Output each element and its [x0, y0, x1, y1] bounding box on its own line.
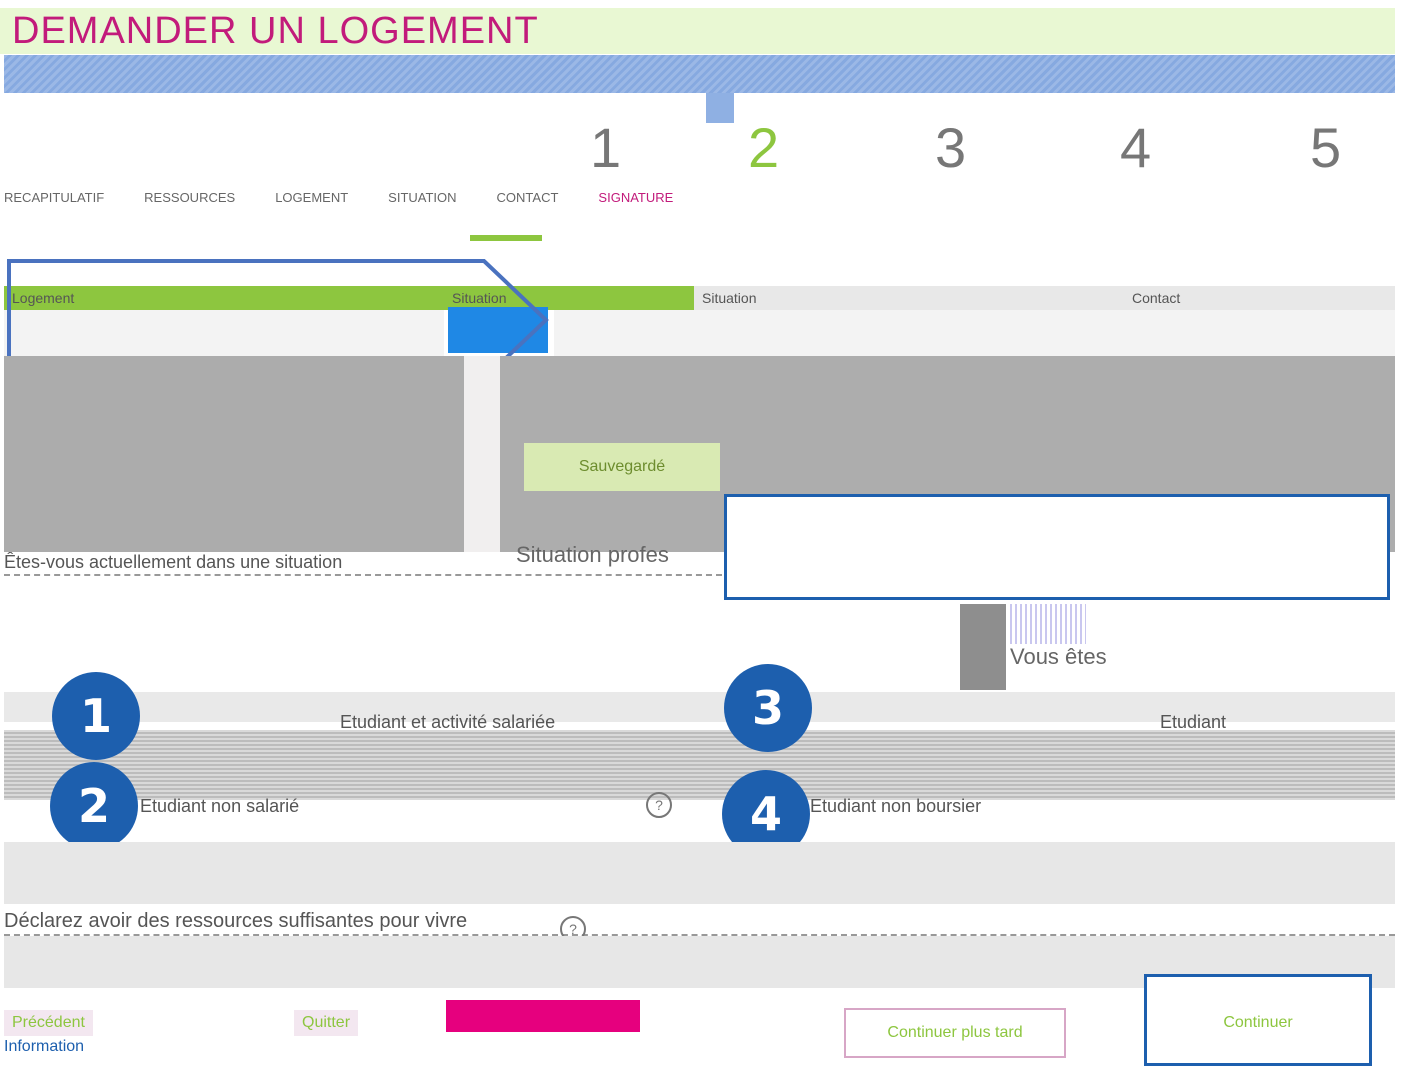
step-number-2: 2	[748, 116, 780, 179]
tab-contact[interactable]: Contact	[1124, 286, 1395, 310]
left-panel	[4, 356, 464, 552]
header-tab	[706, 93, 734, 123]
step-label-4: SITUATION	[388, 190, 457, 205]
step-number-4: 4	[1120, 116, 1152, 179]
question-text: Êtes-vous actuellement dans une situatio…	[4, 552, 722, 576]
help-icon[interactable]: ?	[646, 792, 672, 818]
marker-2: 2	[50, 762, 138, 850]
page-title: DEMANDER UN LOGEMENT	[0, 8, 1395, 54]
divider-strip	[464, 356, 500, 552]
info-link[interactable]: Information	[4, 1038, 84, 1056]
declare-text: Déclarez avoir des ressources suffisante…	[4, 910, 1395, 936]
grey-band	[4, 842, 1395, 904]
vous-etes-label: Vous êtes	[1010, 644, 1107, 669]
marker-1: 1	[52, 672, 140, 760]
option-4-label[interactable]: Etudiant non boursier	[810, 796, 981, 817]
step-label-5: CONTACT	[496, 190, 559, 205]
step-labels: RECAPITULATIF RESSOURCES LOGEMENT SITUAT…	[4, 190, 1395, 210]
tab-situation-2-label: Situation	[702, 290, 757, 306]
step-indicator	[470, 235, 542, 241]
save-later-button[interactable]: Continuer plus tard	[844, 1008, 1066, 1058]
quit-button[interactable]: Quitter	[294, 1010, 359, 1036]
step-number-3: 3	[935, 116, 967, 179]
tab-situation-2[interactable]: Situation	[694, 286, 1124, 310]
header-band	[4, 55, 1395, 93]
tab-situation-panel	[554, 310, 974, 356]
continue-button[interactable]: Continuer	[1144, 974, 1372, 1066]
previous-button[interactable]: Précédent	[4, 1010, 93, 1036]
marker-3: 3	[724, 664, 812, 752]
step-label-2: RESSOURCES	[144, 190, 236, 205]
saved-badge: Sauvegardé	[524, 443, 720, 491]
step-number-1: 1	[590, 116, 622, 179]
step-label-3: LOGEMENT	[275, 190, 349, 205]
tab-contact-panel	[974, 310, 1395, 356]
step-label-1: RECAPITULATIF	[4, 190, 105, 205]
footer: Précédent Quitter Continuer plus tard Co…	[4, 974, 1395, 1066]
callout-box	[724, 494, 1390, 600]
step-number-5: 5	[1310, 116, 1342, 179]
striped-block	[1010, 604, 1086, 644]
step-label-6: SIGNATURE	[598, 190, 674, 205]
option-2-label[interactable]: Etudiant non salarié	[140, 796, 299, 817]
pink-bar	[446, 1000, 640, 1032]
vertical-bar	[960, 604, 1006, 690]
option-row-stripes	[4, 730, 1395, 800]
tab-contact-label: Contact	[1132, 290, 1181, 306]
